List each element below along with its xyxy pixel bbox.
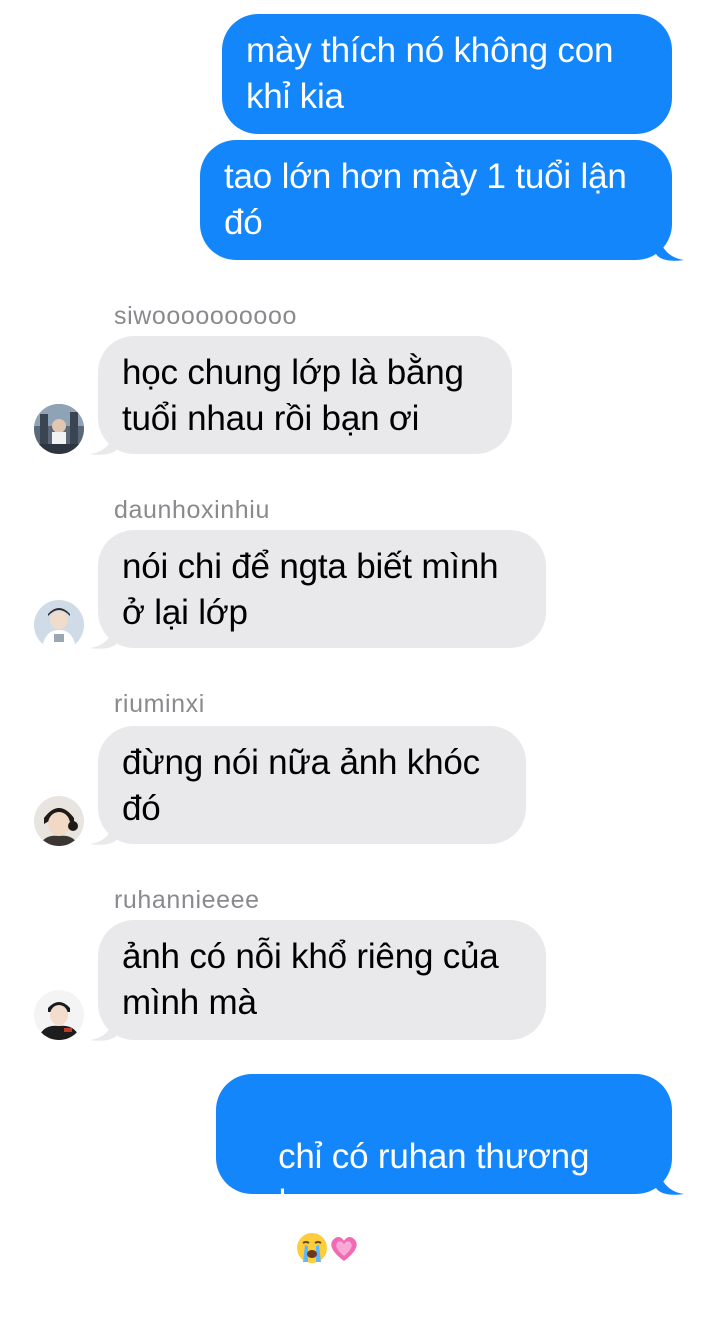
avatar[interactable] (34, 796, 84, 846)
sender-name: ruhannieeee (114, 886, 260, 914)
incoming-message-bubble[interactable]: nói chi để ngta biết mình ở lại lớp (98, 530, 546, 648)
message-thread: mày thích nó không con khỉ kia tao lớn h… (0, 0, 720, 1268)
message-text: chỉ có ruhan thương anh thôi (240, 1137, 590, 1268)
outgoing-bubble-tail (656, 1166, 684, 1195)
avatar[interactable] (34, 600, 84, 650)
outgoing-message-bubble[interactable]: mày thích nó không con khỉ kia (222, 14, 672, 134)
outgoing-message-bubble[interactable]: chỉ có ruhan thương anh thôi (216, 1074, 672, 1268)
sender-name: daunhoxinhiu (114, 496, 270, 524)
sender-name: siwoooooooooo (114, 302, 297, 330)
incoming-bubble-tail (90, 816, 118, 845)
avatar[interactable] (34, 990, 84, 1040)
incoming-message-bubble[interactable]: học chung lớp là bằng tuổi nhau rồi bạn … (98, 336, 512, 454)
loudly-crying-face-emoji (296, 1233, 327, 1263)
growing-heart-emoji (330, 1237, 357, 1261)
sender-name: riuminxi (114, 690, 205, 718)
incoming-message-bubble[interactable]: ảnh có nỗi khổ riêng của mình mà (98, 920, 546, 1040)
avatar[interactable] (34, 404, 84, 454)
outgoing-message-bubble[interactable]: tao lớn hơn mày 1 tuổi lận đó (200, 140, 672, 260)
incoming-message-bubble[interactable]: đừng nói nữa ảnh khóc đó (98, 726, 526, 844)
outgoing-bubble-tail (656, 232, 684, 261)
incoming-bubble-tail (90, 620, 118, 649)
incoming-bubble-tail (90, 1012, 118, 1041)
incoming-bubble-tail (90, 426, 118, 455)
